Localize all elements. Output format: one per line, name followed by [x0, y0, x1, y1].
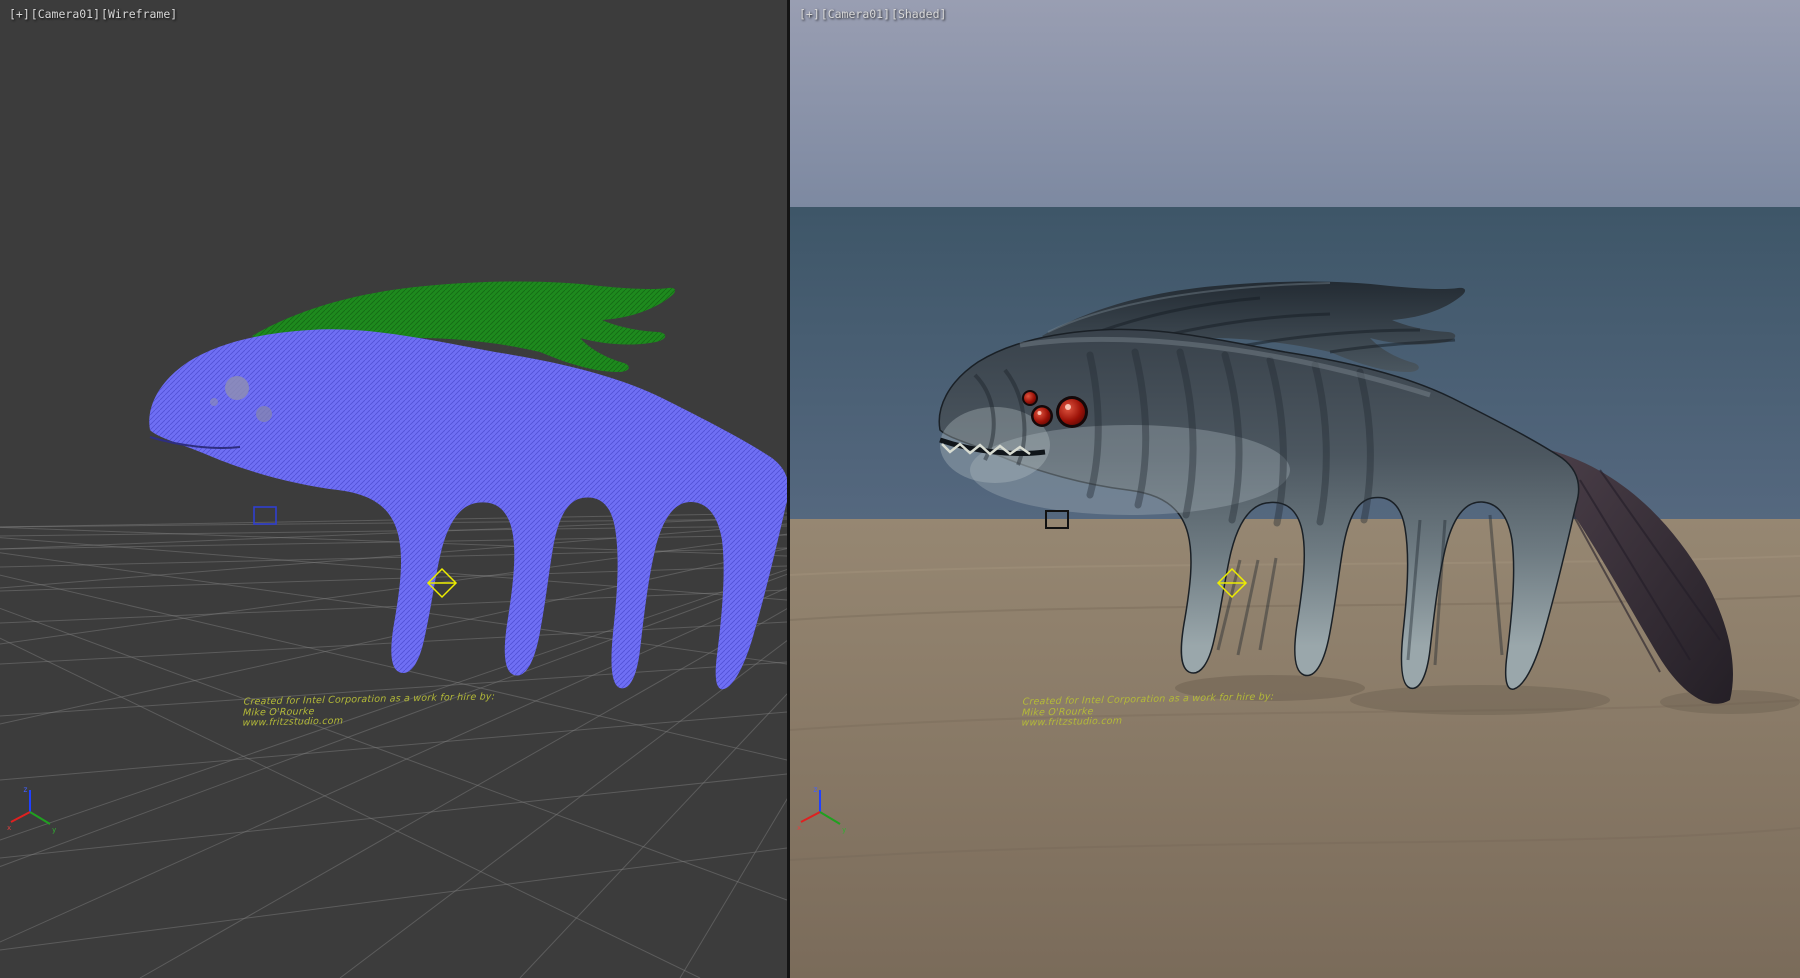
- wireframe-scene: [0, 0, 787, 978]
- head-spot-large: [225, 376, 249, 400]
- head-spot-tiny: [210, 398, 218, 406]
- viewport-label: [+][Camera01][Shaded]: [799, 7, 947, 21]
- viewport-menu-shading[interactable]: [Shaded]: [891, 7, 946, 21]
- credit-text: Created for Intel Corporation as a work …: [1021, 692, 1274, 729]
- viewport-shaded[interactable]: [+][Camera01][Shaded] Created for Intel …: [790, 0, 1800, 978]
- viewport-menu-shading[interactable]: [Wireframe]: [101, 7, 177, 21]
- axis-x-label: x: [797, 824, 801, 832]
- viewport-divider[interactable]: [787, 0, 790, 978]
- box-helper[interactable]: [1046, 511, 1068, 528]
- viewport-wireframe[interactable]: [+][Camera01][Wireframe] Created for Int…: [0, 0, 787, 978]
- ground-grid-wireframe: [0, 510, 787, 978]
- dual-viewport-stage: [+][Camera01][Wireframe] Created for Int…: [0, 0, 1800, 978]
- fish-model-wireframe[interactable]: [149, 329, 787, 689]
- viewport-menu-general[interactable]: [+]: [9, 7, 30, 21]
- shaded-scene: [790, 0, 1800, 978]
- axis-tripod: z x y: [6, 780, 66, 836]
- head-spot-small: [256, 406, 272, 422]
- axis-y-label: y: [52, 826, 56, 834]
- viewport-menu-pov[interactable]: [Camera01]: [31, 7, 100, 21]
- axis-tripod: z x y: [796, 780, 856, 836]
- axis-y-label: y: [842, 826, 846, 834]
- axis-x-label: x: [7, 824, 11, 832]
- fin-rays: [1218, 515, 1502, 665]
- axis-z-label: z: [813, 785, 818, 794]
- credit-text: Created for Intel Corporation as a work …: [242, 692, 495, 729]
- viewport-menu-general[interactable]: [+]: [799, 7, 820, 21]
- box-helper[interactable]: [254, 507, 276, 524]
- viewport-menu-pov[interactable]: [Camera01]: [821, 7, 890, 21]
- fish-model-shaded[interactable]: [939, 329, 1578, 689]
- axis-z-label: z: [23, 785, 28, 794]
- viewport-label: [+][Camera01][Wireframe]: [9, 7, 178, 21]
